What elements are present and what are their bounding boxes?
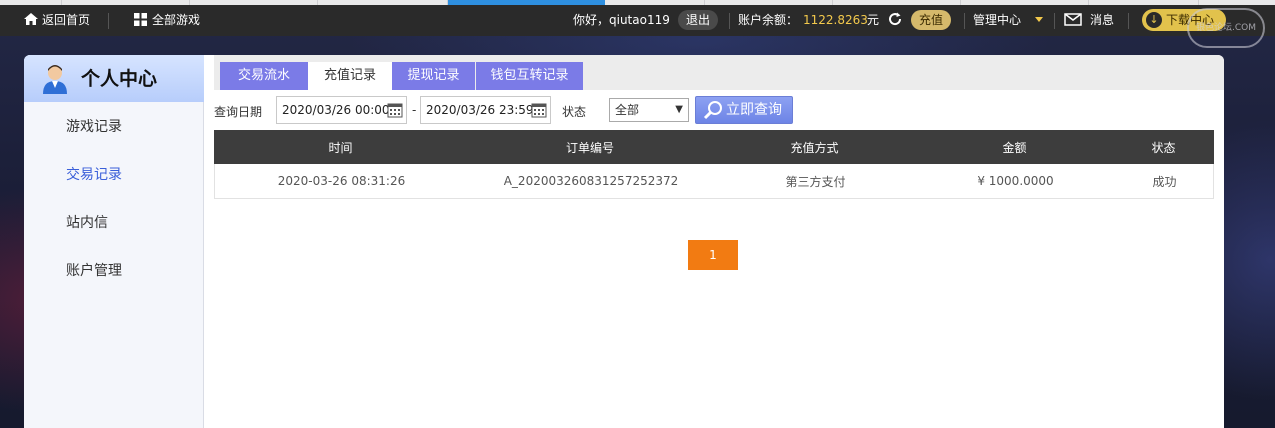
envelope-icon <box>1064 13 1082 26</box>
manage-label: 管理中心 <box>973 13 1022 27</box>
home-label: 返回首页 <box>42 13 91 27</box>
column-header: 状态 <box>1151 140 1176 155</box>
date-label: 查询日期 <box>214 105 263 119</box>
sidebar-item-game-records[interactable]: 游戏记录 <box>66 118 122 136</box>
user-avatar-icon <box>43 65 67 94</box>
sidebar-item-inbox[interactable]: 站内信 <box>66 214 108 232</box>
messages-link[interactable]: 消息 <box>1064 5 1114 36</box>
query-label: 立即查询 <box>726 102 782 118</box>
records-table: 时间 订单编号 充值方式 金额 状态 2020-03-26 08:31:26 A… <box>214 130 1214 199</box>
column-header: 金额 <box>1002 140 1027 155</box>
balance-unit: 元 <box>867 13 880 27</box>
column-header: 充值方式 <box>790 140 839 155</box>
amount-cell: ¥ 1000.0000 <box>977 174 1054 188</box>
divider <box>108 13 109 29</box>
messages-label: 消息 <box>1090 13 1115 27</box>
tab-wallet-transfer-records[interactable]: 钱包互转记录 <box>476 62 583 90</box>
sidebar-item-account-management[interactable]: 账户管理 <box>66 262 122 280</box>
date-separator: - <box>412 103 417 117</box>
column-header: 时间 <box>328 140 353 155</box>
greeting-text: 你好，qiutao119 <box>573 13 670 27</box>
end-date-input[interactable]: 2020/03/26 23:59 <box>420 96 551 124</box>
top-navigation-bar: 返回首页 全部游戏 你好，qiutao119 退出 账户余额： 1122.826… <box>0 5 1275 48</box>
balance-value: 1122.8263 <box>803 13 868 27</box>
tab-bar: 交易流水 充值记录 提现记录 钱包互转记录 <box>214 55 1224 90</box>
table-header: 时间 订单编号 充值方式 金额 状态 <box>214 130 1214 164</box>
calendar-icon[interactable] <box>387 102 403 118</box>
divider <box>1054 13 1055 29</box>
divider <box>964 13 965 29</box>
sidebar-item-transaction-records[interactable]: 交易记录 <box>66 166 122 184</box>
calendar-icon[interactable] <box>531 102 547 118</box>
recharge-button[interactable]: 充值 <box>911 5 952 36</box>
recharge-label: 充值 <box>911 10 952 30</box>
download-icon: ↓ <box>1146 12 1162 28</box>
filter-bar: 查询日期 2020/03/26 00:00 - 2020/03/26 23:59… <box>214 96 1224 124</box>
start-date-input[interactable]: 2020/03/26 00:00 <box>276 96 407 124</box>
search-icon <box>703 101 722 120</box>
logout-label: 退出 <box>678 10 719 30</box>
all-games-link[interactable]: 全部游戏 <box>134 5 200 36</box>
status-cell: 成功 <box>1152 174 1177 189</box>
home-icon <box>24 13 38 25</box>
order-number-cell: A_202003260831257252372 <box>503 174 679 188</box>
column-header: 订单编号 <box>565 140 614 155</box>
tab-withdrawal-records[interactable]: 提现记录 <box>392 62 475 90</box>
page-button-current[interactable]: 1 <box>688 240 738 270</box>
payment-method-cell: 第三方支付 <box>785 174 846 189</box>
user-center-panel: 个人中心 游戏记录 交易记录 站内信 账户管理 交易流水 充值记录 提现记录 钱… <box>24 55 1224 428</box>
logout-button[interactable]: 退出 <box>678 5 719 36</box>
watermark-logo: 银色论坛.COM <box>1187 8 1265 48</box>
status-select[interactable]: 全部 ▼ <box>609 98 689 122</box>
grid-icon <box>134 13 147 26</box>
refresh-icon <box>889 12 902 26</box>
table-row: 2020-03-26 08:31:26 A_202003260831257252… <box>214 164 1214 199</box>
divider <box>1128 13 1129 29</box>
sidebar: 个人中心 游戏记录 交易记录 站内信 账户管理 <box>24 55 204 428</box>
refresh-button[interactable] <box>887 5 903 36</box>
tab-transaction-flow[interactable]: 交易流水 <box>220 62 308 90</box>
manage-center-menu[interactable]: 管理中心 <box>973 5 1043 36</box>
main-content: 交易流水 充值记录 提现记录 钱包互转记录 查询日期 2020/03/26 00… <box>214 55 1224 428</box>
time-cell: 2020-03-26 08:31:26 <box>277 174 406 188</box>
sidebar-title: 个人中心 <box>81 68 158 90</box>
sidebar-header: 个人中心 <box>24 55 204 102</box>
divider <box>729 13 730 29</box>
balance-label: 账户余额： <box>738 13 799 27</box>
query-button[interactable]: 立即查询 <box>695 96 793 124</box>
dropdown-arrow-icon: ▼ <box>675 104 683 115</box>
caret-down-icon <box>1034 17 1043 22</box>
all-games-label: 全部游戏 <box>152 13 201 27</box>
tab-recharge-records[interactable]: 充值记录 <box>308 62 392 90</box>
status-label: 状态 <box>562 105 587 119</box>
home-link[interactable]: 返回首页 <box>24 5 90 36</box>
